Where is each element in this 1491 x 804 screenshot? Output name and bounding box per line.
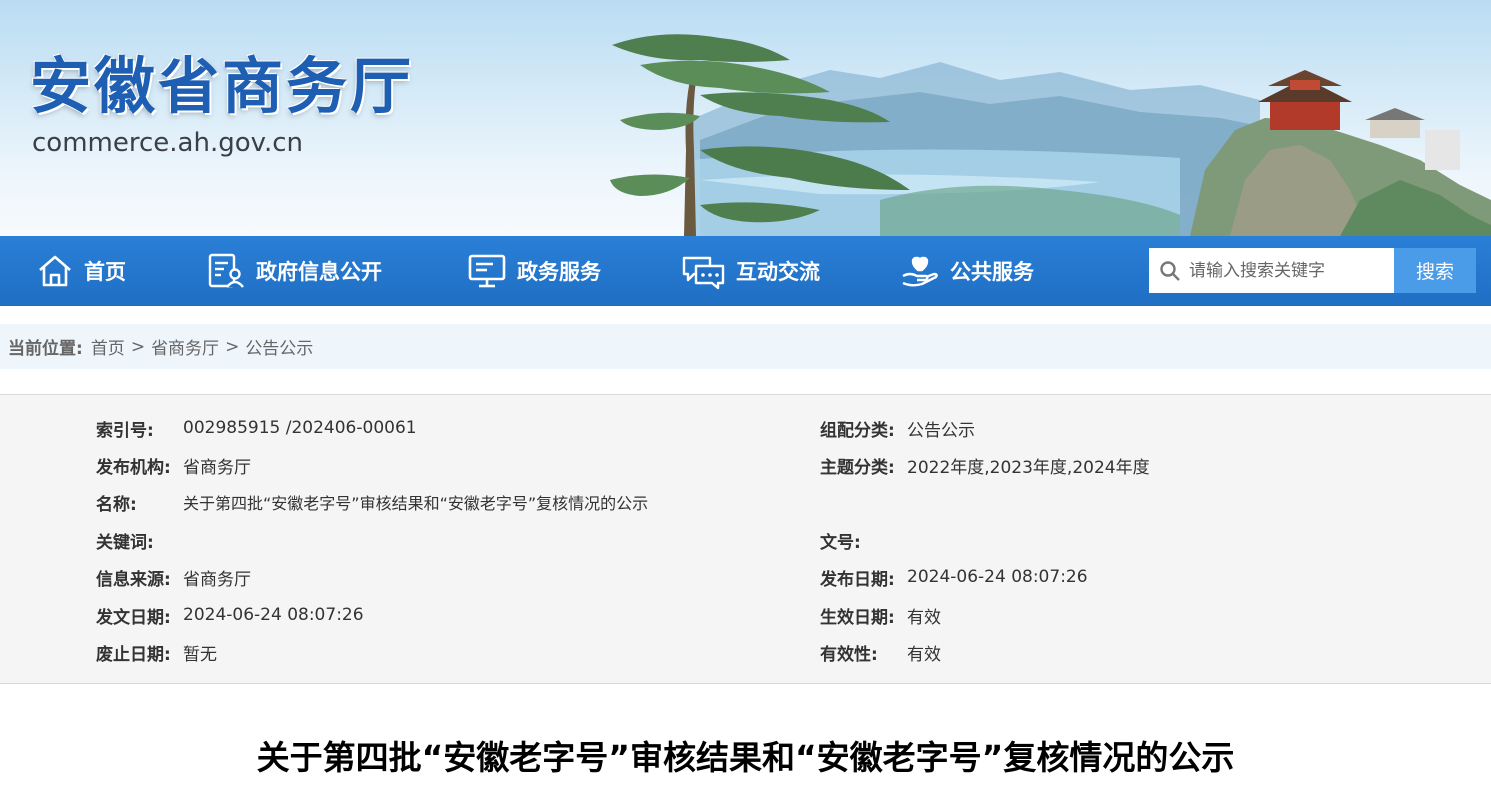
info-label: 发布日期: [820,569,895,590]
nav-item-label: 政务服务 [517,260,601,284]
article-title: 关于第四批“安徽老字号”审核结果和“安徽老字号”复核情况的公示 [256,738,1235,777]
site-banner: 安徽省商务厅 commerce.ah.gov.cn [0,0,1491,236]
info-row-expiry-date: 废止日期: 暂无 [96,639,217,665]
info-row-keywords: 关键词: [96,527,183,553]
info-label: 索引号: [96,420,154,441]
nav-item-public-services[interactable]: 公共服务 [900,236,1034,306]
info-label: 生效日期: [820,607,895,628]
info-label: 组配分类: [820,420,895,441]
info-label: 文号: [820,532,861,553]
info-label: 有效性: [820,644,878,665]
info-row-index-number: 索引号: 002985915 /202406-00061 [96,415,417,441]
info-value: 省商务厅 [183,569,251,590]
chat-bubbles-icon [680,252,726,290]
info-label: 废止日期: [96,644,171,665]
site-domain: commerce.ah.gov.cn [32,128,304,158]
info-value: 2022年度,2023年度,2024年度 [907,457,1150,478]
search-input[interactable] [1187,250,1387,291]
nav-item-label: 首页 [84,260,126,284]
info-label: 关键词: [96,532,154,553]
nav-item-label: 互动交流 [736,260,820,284]
breadcrumb-link-department[interactable]: 省商务厅 [151,334,219,359]
info-value: 省商务厅 [183,457,251,478]
info-value: 有效 [907,644,941,665]
nav-item-government-services[interactable]: 政务服务 [467,236,601,306]
info-row-publisher: 发布机构: 省商务厅 [96,452,251,478]
info-row-issue-date: 发文日期: 2024-06-24 08:07:26 [96,602,364,628]
info-label: 主题分类: [820,457,895,478]
site-name: 安徽省商务厅 [30,51,415,122]
breadcrumb-link-home[interactable]: 首页 [91,334,125,359]
info-value: 002985915 /202406-00061 [183,418,417,438]
nav-item-interaction[interactable]: 互动交流 [680,236,820,306]
breadcrumb-label: 当前位置: [8,339,83,359]
info-value: 公告公示 [907,420,975,441]
info-row-effective-date: 生效日期: 有效 [820,602,941,628]
document-person-icon [206,252,246,290]
info-value: 有效 [907,607,941,628]
home-icon [36,252,74,290]
nav-item-label: 政府信息公开 [256,260,382,284]
info-value: 2024-06-24 08:07:26 [183,605,364,625]
search-box [1149,248,1394,293]
info-value: 暂无 [183,644,217,665]
info-row-source: 信息来源: 省商务厅 [96,564,251,590]
breadcrumb: 当前位置: 首页 > 省商务厅 > 公告公示 [0,324,1491,369]
search-icon [1159,260,1181,282]
document-info-panel: 索引号: 002985915 /202406-00061 发布机构: 省商务厅 … [0,394,1491,684]
nav-item-government-info[interactable]: 政府信息公开 [206,236,382,306]
heart-hand-icon [900,252,940,290]
info-row-category: 组配分类: 公告公示 [820,415,975,441]
nav-item-label: 公共服务 [950,260,1034,284]
search-button[interactable]: 搜索 [1394,248,1476,293]
breadcrumb-link-announcements[interactable]: 公告公示 [245,334,313,359]
info-row-topic: 主题分类: 2022年度,2023年度,2024年度 [820,452,1150,478]
info-value: 关于第四批“安徽老字号”审核结果和“安徽老字号”复核情况的公示 [183,494,649,513]
info-value: 2024-06-24 08:07:26 [907,567,1088,587]
breadcrumb-separator: > [130,336,146,357]
info-label: 名称: [96,494,137,515]
breadcrumb-separator: > [225,336,240,357]
info-label: 发布机构: [96,457,171,478]
info-label: 信息来源: [96,569,171,590]
info-row-document-number: 文号: [820,527,907,553]
monitor-icon [467,252,507,290]
nav-item-home[interactable]: 首页 [36,236,126,306]
info-row-name: 名称: 关于第四批“安徽老字号”审核结果和“安徽老字号”复核情况的公示 [96,489,648,515]
info-row-validity: 有效性: 有效 [820,639,941,665]
info-label: 发文日期: [96,607,171,628]
info-row-publish-date: 发布日期: 2024-06-24 08:07:26 [820,564,1088,590]
